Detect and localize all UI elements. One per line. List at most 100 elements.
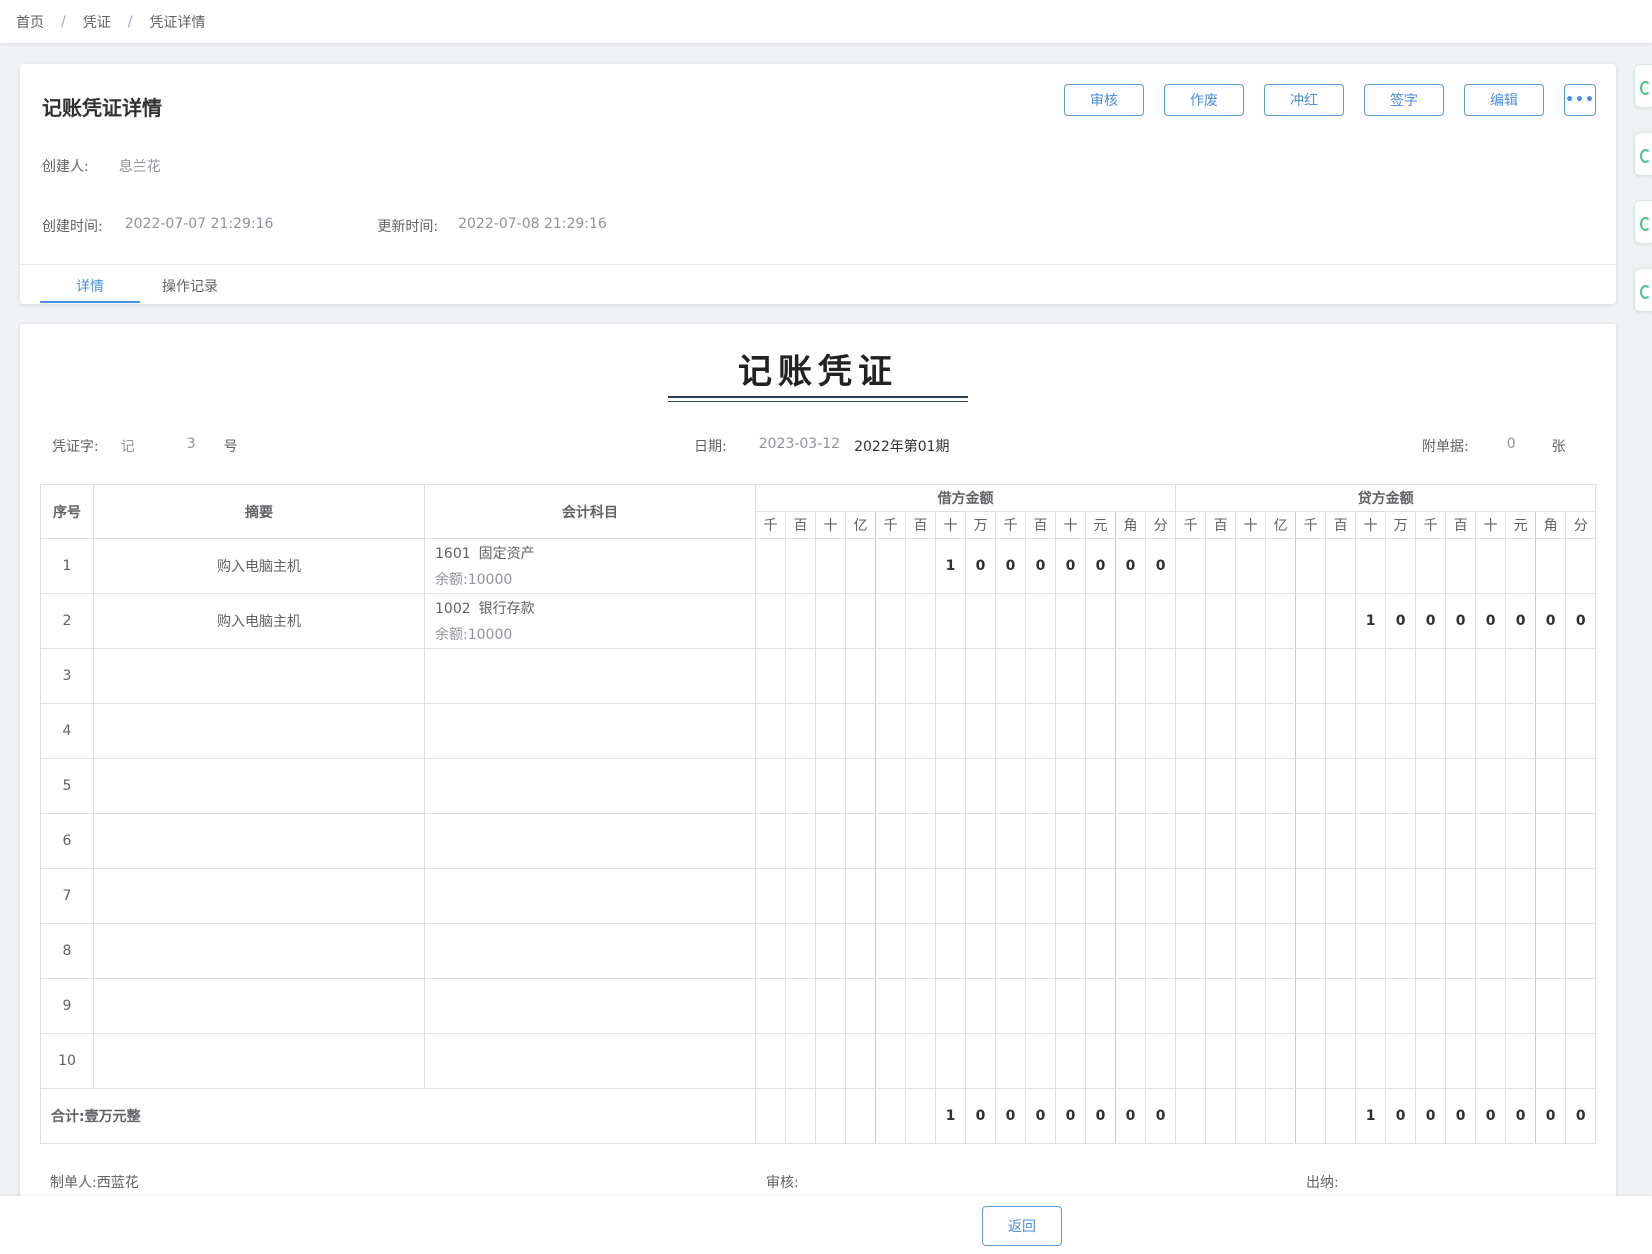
row-summary[interactable] <box>93 648 425 704</box>
amount-digit-credit <box>1295 868 1327 924</box>
amount-digit-debit <box>845 758 876 814</box>
tab-operation-log[interactable]: 操作记录 <box>162 276 218 296</box>
row-summary[interactable] <box>93 758 425 814</box>
total-digit-debit: 0 <box>1025 1088 1056 1144</box>
voucher-number-value: 3 <box>186 436 196 452</box>
row-subject[interactable] <box>424 978 756 1034</box>
breadcrumb-separator: / <box>127 14 133 30</box>
breadcrumb-home[interactable]: 首页 <box>16 12 44 32</box>
amount-digit-credit <box>1565 923 1597 979</box>
amount-digit-credit <box>1505 648 1537 704</box>
row-summary[interactable] <box>93 1033 425 1089</box>
row-subject[interactable] <box>424 923 756 979</box>
amount-digit-debit <box>1055 758 1086 814</box>
table-row: 9 <box>40 978 1597 1034</box>
more-icon[interactable]: ••• <box>1564 84 1596 116</box>
subject-name: 银行存款 <box>478 601 535 617</box>
digit-header-debit: 十 <box>1055 511 1086 539</box>
row-summary[interactable] <box>93 868 425 924</box>
amount-digit-credit <box>1535 703 1567 759</box>
amount-digit-credit <box>1265 703 1297 759</box>
active-tab-indicator <box>40 301 140 303</box>
amount-digit-debit <box>905 813 936 869</box>
voucher-number-suffix: 号 <box>223 439 238 455</box>
amount-digit-debit: 0 <box>1144 538 1177 594</box>
row-subject[interactable] <box>424 758 756 814</box>
row-summary[interactable] <box>93 923 425 979</box>
amount-digit-debit <box>875 538 906 594</box>
row-summary[interactable] <box>93 813 425 869</box>
amount-digit-debit <box>905 593 936 649</box>
total-digit-debit <box>875 1088 906 1144</box>
amount-digit-debit <box>1055 703 1086 759</box>
side-tab-4[interactable] <box>1634 268 1652 312</box>
amount-digit-debit <box>755 978 786 1034</box>
amount-digit-debit <box>1115 923 1146 979</box>
reverse-button[interactable]: 冲红 <box>1264 84 1344 116</box>
amount-digit-credit <box>1205 813 1237 869</box>
amount-digit-debit <box>905 648 936 704</box>
void-button[interactable]: 作废 <box>1164 84 1244 116</box>
row-summary[interactable]: 购入电脑主机 <box>93 593 425 649</box>
amount-digit-debit: 0 <box>965 538 996 594</box>
amount-digit-debit <box>965 868 996 924</box>
side-tab-2[interactable] <box>1634 132 1652 176</box>
subject-balance: 余额:10000 <box>435 627 513 643</box>
row-subject[interactable]: 1002 银行存款 余额:10000 <box>424 593 756 649</box>
amount-digit-credit <box>1385 758 1417 814</box>
amount-digit-credit <box>1235 758 1267 814</box>
amount-digit-credit: 0 <box>1415 593 1447 649</box>
row-subject[interactable] <box>424 648 756 704</box>
amount-digit-debit <box>995 648 1026 704</box>
voucher-attach-info: 附单据: 0 张 <box>1422 436 1566 456</box>
amount-digit-debit <box>785 813 816 869</box>
breadcrumb: 首页 / 凭证 / 凭证详情 <box>16 12 205 32</box>
audit-button[interactable]: 审核 <box>1064 84 1144 116</box>
back-button[interactable]: 返回 <box>982 1206 1062 1246</box>
row-subject[interactable] <box>424 813 756 869</box>
amount-digit-debit <box>905 758 936 814</box>
amount-digit-debit <box>875 978 906 1034</box>
tab-detail[interactable]: 详情 <box>76 276 104 296</box>
creator-value: 息兰花 <box>118 159 161 175</box>
amount-digit-credit <box>1565 703 1597 759</box>
edit-button[interactable]: 编辑 <box>1464 84 1544 116</box>
row-subject[interactable] <box>424 868 756 924</box>
subject-name: 固定资产 <box>478 546 535 562</box>
amount-digit-credit <box>1205 1033 1237 1089</box>
amount-digit-debit <box>1115 868 1146 924</box>
side-tab-3[interactable] <box>1634 200 1652 244</box>
amount-digit-debit <box>1025 758 1056 814</box>
table-row: 6 <box>40 813 1597 869</box>
amount-digit-credit <box>1325 978 1357 1034</box>
sign-button[interactable]: 签字 <box>1364 84 1444 116</box>
total-digit-credit <box>1175 1088 1207 1144</box>
row-subject[interactable] <box>424 703 756 759</box>
row-subject[interactable]: 1601 固定资产 余额:10000 <box>424 538 756 594</box>
amount-digit-debit <box>875 1033 906 1089</box>
amount-digit-credit <box>1175 538 1207 594</box>
amount-digit-debit: 0 <box>1085 538 1116 594</box>
amount-digit-debit <box>935 648 966 704</box>
maker-label: 制单人: <box>50 1175 97 1191</box>
amount-digit-debit <box>1085 593 1116 649</box>
amount-digit-debit <box>875 593 906 649</box>
digit-header-debit: 百 <box>1025 511 1056 539</box>
breadcrumb-voucher[interactable]: 凭证 <box>83 12 111 32</box>
row-summary[interactable] <box>93 978 425 1034</box>
amount-digit-debit <box>1025 648 1056 704</box>
amount-digit-debit <box>935 923 966 979</box>
side-tab-1[interactable] <box>1634 64 1652 108</box>
amount-digit-debit <box>1115 758 1146 814</box>
row-subject[interactable] <box>424 1033 756 1089</box>
row-summary[interactable] <box>93 703 425 759</box>
amount-digit-credit <box>1235 538 1267 594</box>
voucher-word-label: 凭证字: <box>52 439 99 455</box>
total-digit-credit <box>1295 1088 1327 1144</box>
row-summary[interactable]: 购入电脑主机 <box>93 538 425 594</box>
auditor-label: 审核: <box>766 1175 799 1191</box>
amount-digit-debit <box>1144 593 1177 649</box>
amount-digit-credit <box>1505 758 1537 814</box>
amount-digit-credit <box>1265 978 1297 1034</box>
digit-header-debit: 亿 <box>845 511 876 539</box>
